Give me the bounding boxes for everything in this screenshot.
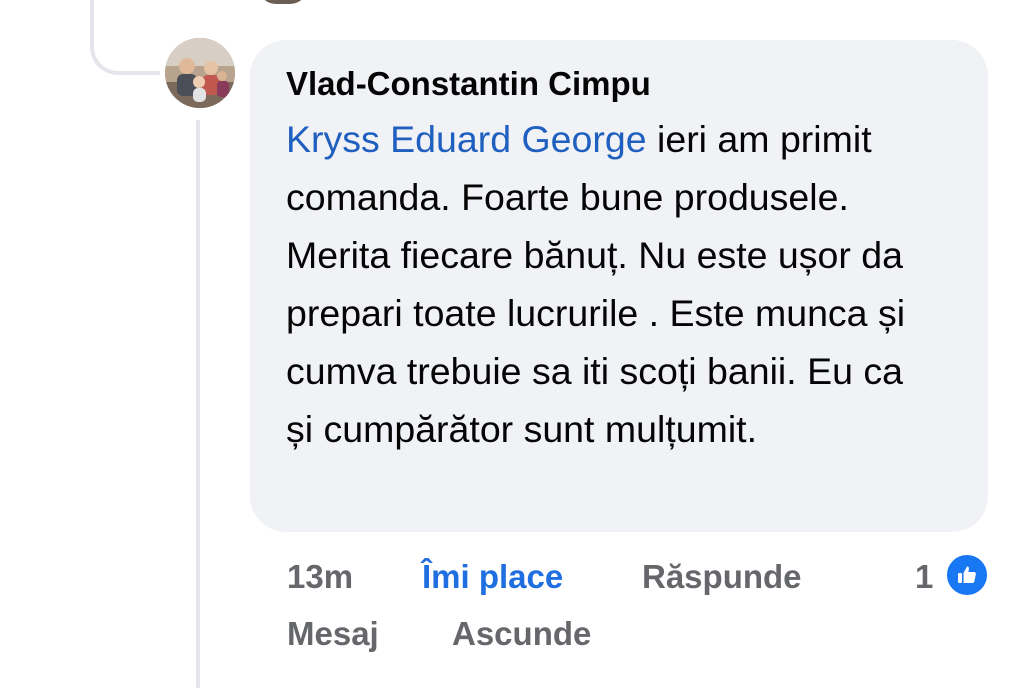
reply-button[interactable]: Răspunde (642, 556, 802, 598)
comment-text: ieri am primit comanda. Foarte bune prod… (286, 118, 906, 450)
thread-connector-curve (90, 0, 160, 75)
mention-link[interactable]: Kryss Eduard George (286, 118, 647, 160)
message-button[interactable]: Mesaj (287, 613, 379, 655)
like-button[interactable]: Îmi place (422, 556, 563, 598)
comment-thread: Vlad-Constantin Cimpu Kryss Eduard Georg… (0, 0, 1024, 688)
comment-author[interactable]: Vlad-Constantin Cimpu (286, 64, 954, 104)
comment-timestamp[interactable]: 13m (287, 556, 353, 598)
avatar[interactable] (165, 38, 235, 108)
comment-bubble: Vlad-Constantin Cimpu Kryss Eduard Georg… (250, 40, 988, 532)
parent-avatar-fragment (258, 0, 308, 4)
hide-button[interactable]: Ascunde (452, 613, 591, 655)
thumbs-up-icon[interactable] (944, 552, 990, 598)
comment-actions: 13m Îmi place Răspunde 1 Mesaj Ascunde (287, 552, 1007, 676)
avatar-photo (165, 38, 235, 108)
comment-body: Kryss Eduard George ieri am primit coman… (286, 110, 936, 458)
thread-connector-line (196, 120, 200, 688)
reaction-count[interactable]: 1 (915, 556, 933, 598)
